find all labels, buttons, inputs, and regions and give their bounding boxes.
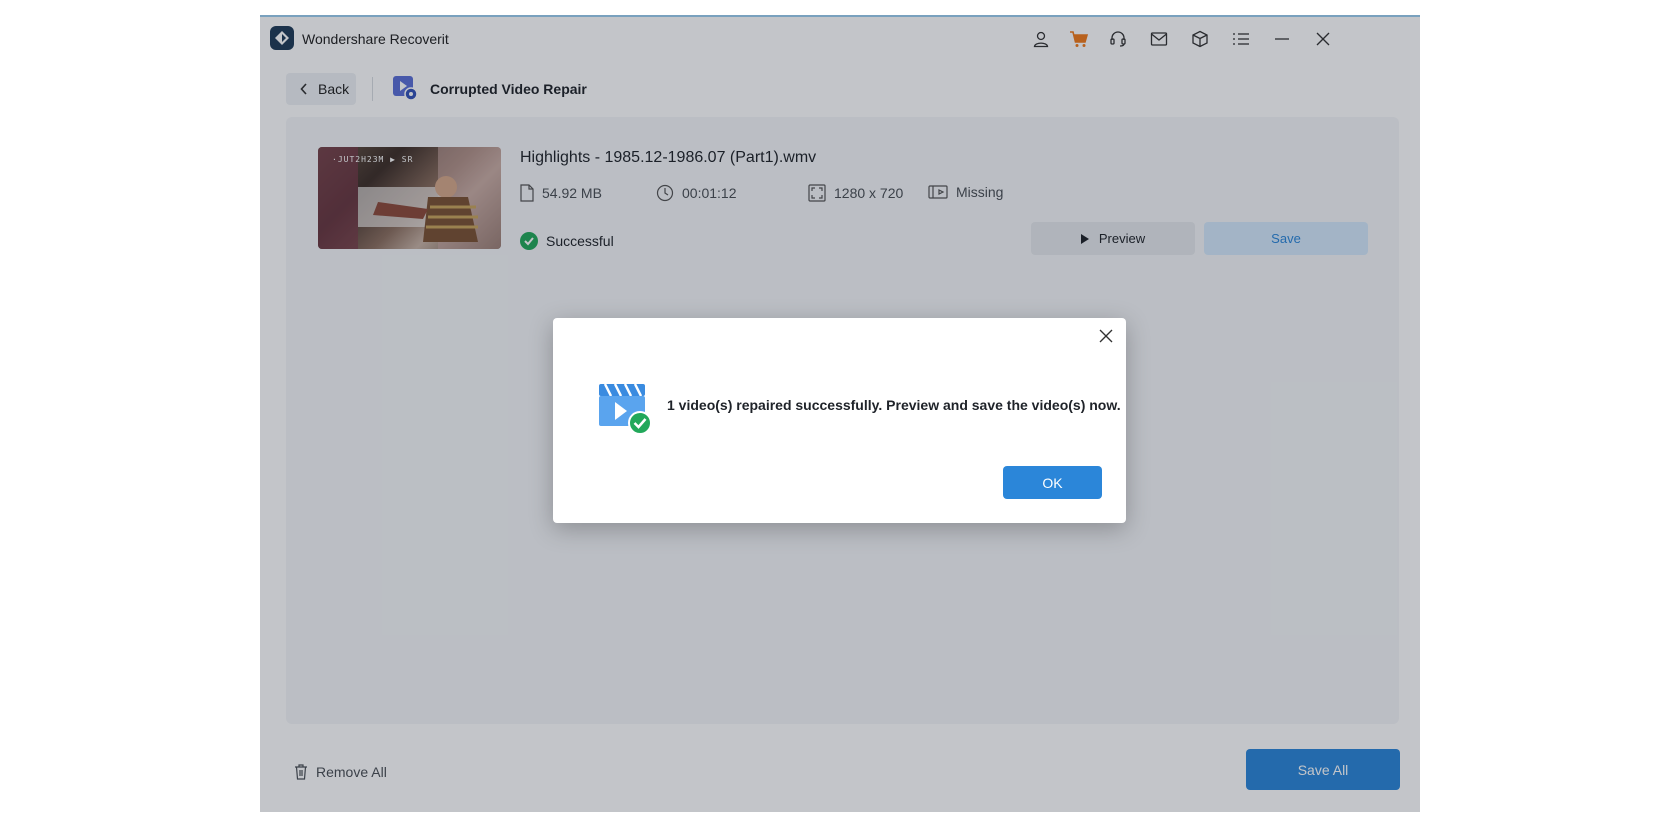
ok-label: OK [1042,474,1063,491]
dialog-close-icon[interactable] [1096,326,1116,346]
repair-success-dialog: 1 video(s) repaired successfully. Previe… [553,318,1126,523]
dialog-message: 1 video(s) repaired successfully. Previe… [667,397,1121,413]
video-success-icon [597,380,653,436]
ok-button[interactable]: OK [1003,466,1102,499]
